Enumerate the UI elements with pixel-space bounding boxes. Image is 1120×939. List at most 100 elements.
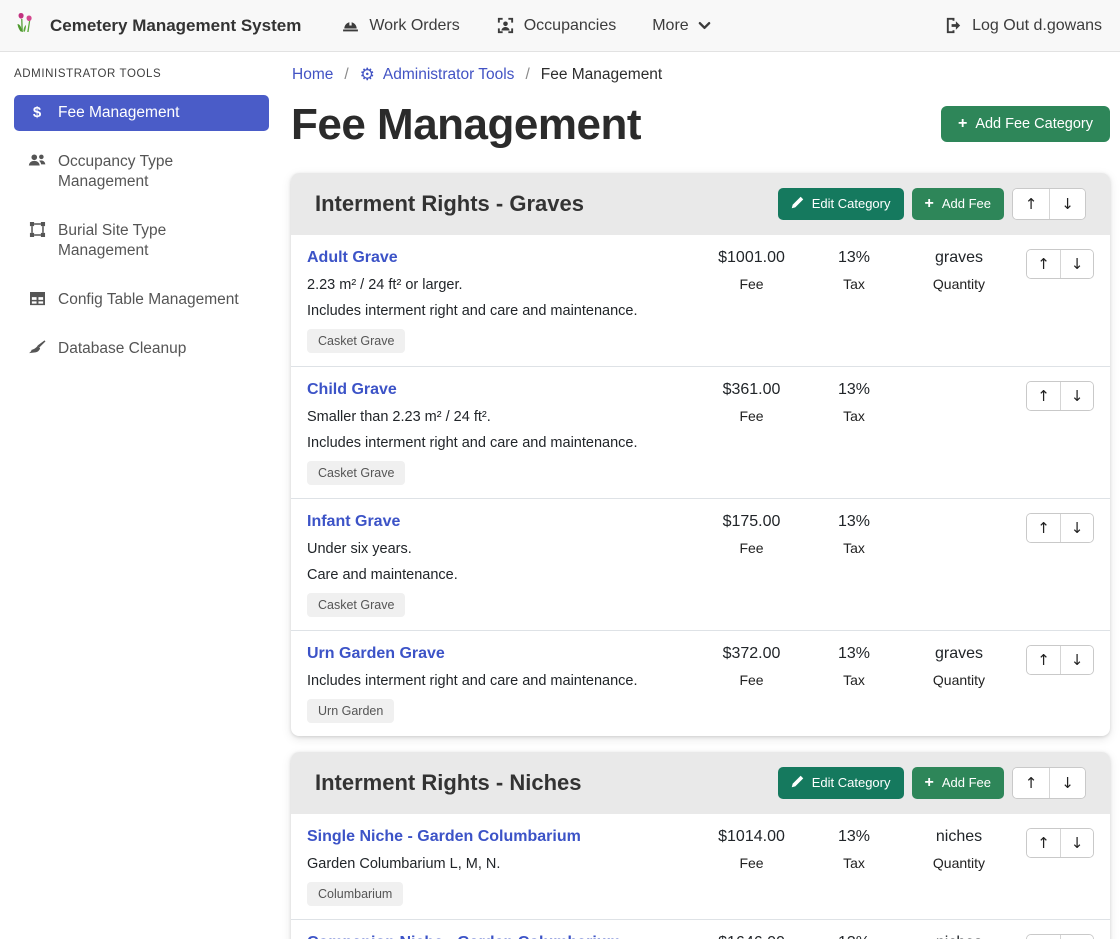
fee-amount-label: Fee [699, 540, 804, 556]
fee-type-badge: Urn Garden [307, 699, 394, 723]
category-reorder-group: ↑ ↓ [1012, 767, 1086, 799]
page-title: Fee Management [291, 100, 641, 151]
move-fee-down-button[interactable]: ↓ [1060, 514, 1093, 542]
fee-amount-col: $372.00 Fee [699, 645, 804, 688]
fee-quantity-label: Quantity [904, 672, 1014, 688]
add-fee-button[interactable]: + Add Fee [912, 188, 1005, 220]
breadcrumb-admin-tools-link[interactable]: ⚙ Administrator Tools [360, 66, 515, 84]
gear-icon: ⚙ [360, 67, 375, 84]
move-fee-down-button[interactable]: ↓ [1060, 382, 1093, 410]
category-card-niches: Interment Rights - Niches Edit Category … [291, 752, 1110, 939]
fee-amount: $1014.00 [699, 828, 804, 846]
fee-quantity-col: graves Quantity [904, 645, 1014, 688]
move-fee-down-button[interactable]: ↓ [1060, 250, 1093, 278]
edit-category-label: Edit Category [812, 196, 891, 211]
move-fee-down-button[interactable]: ↓ [1060, 829, 1093, 857]
fee-quantity-label: Quantity [904, 276, 1014, 292]
fee-row-urn-garden-grave: Urn Garden Grave Includes interment righ… [291, 631, 1110, 736]
fee-amount-col: $361.00 Fee [699, 381, 804, 424]
fee-name-link[interactable]: Companion Niche - Garden Columbarium [307, 934, 621, 939]
breadcrumb-separator: / [525, 66, 529, 84]
move-fee-down-button[interactable]: ↓ [1060, 646, 1093, 674]
logout-label: Log Out d.gowans [972, 17, 1102, 35]
fee-name-link[interactable]: Single Niche - Garden Columbarium [307, 828, 581, 846]
move-category-up-button[interactable]: ↑ [1013, 768, 1049, 798]
nav-item-label: Work Orders [369, 17, 459, 35]
move-fee-up-button[interactable]: ↑ [1027, 382, 1060, 410]
users-icon [26, 152, 48, 172]
fee-amount: $361.00 [699, 381, 804, 399]
fee-reorder-group: ↑ ↓ [1026, 828, 1094, 858]
fee-description: Under six years. [307, 541, 693, 557]
sidebar-item-database-cleanup[interactable]: Database Cleanup [14, 331, 269, 367]
fee-quantity-label: Quantity [904, 855, 1014, 871]
fee-description: 2.23 m² / 24 ft² or larger. [307, 277, 693, 293]
plus-icon: + [958, 116, 967, 132]
fee-tax-label: Tax [804, 276, 904, 292]
nav-links: Work Orders Occupancies More [341, 16, 710, 35]
fee-quantity: graves [904, 645, 1014, 663]
fee-name-link[interactable]: Child Grave [307, 381, 397, 399]
broom-icon [26, 339, 48, 359]
move-category-down-button[interactable]: ↓ [1049, 189, 1085, 219]
arrow-down-icon: ↓ [1071, 255, 1084, 273]
add-fee-label: Add Fee [942, 775, 991, 790]
category-title: Interment Rights - Graves [315, 191, 770, 217]
fee-amount-col: $1646.00 Fee [699, 934, 804, 939]
fee-amount: $1646.00 [699, 934, 804, 939]
fee-type-badge: Casket Grave [307, 461, 405, 485]
move-fee-up-button[interactable]: ↑ [1027, 829, 1060, 857]
fee-name-link[interactable]: Infant Grave [307, 513, 400, 531]
category-header: Interment Rights - Niches Edit Category … [291, 752, 1110, 814]
pencil-icon [791, 775, 804, 791]
move-fee-up-button[interactable]: ↑ [1027, 514, 1060, 542]
move-fee-up-button[interactable]: ↑ [1027, 935, 1060, 939]
fee-tax: 13% [804, 934, 904, 939]
fee-tax-label: Tax [804, 408, 904, 424]
fee-name-link[interactable]: Urn Garden Grave [307, 645, 445, 663]
plus-icon: + [925, 775, 934, 791]
fee-tax: 13% [804, 645, 904, 663]
fee-quantity: graves [904, 249, 1014, 267]
sidebar-item-burial-site-type-management[interactable]: Burial Site Type Management [14, 213, 269, 269]
nav-item-more[interactable]: More [652, 17, 710, 35]
breadcrumb-home-link[interactable]: Home [292, 66, 333, 84]
edit-category-button[interactable]: Edit Category [778, 767, 904, 799]
fee-name-link[interactable]: Adult Grave [307, 249, 398, 267]
pencil-icon [791, 196, 804, 212]
sidebar-item-occupancy-type-management[interactable]: Occupancy Type Management [14, 144, 269, 200]
arrow-down-icon: ↓ [1071, 651, 1084, 669]
app-brand[interactable]: Cemetery Management System [14, 10, 301, 41]
fee-reorder-group: ↑ ↓ [1026, 645, 1094, 675]
nav-item-work-orders[interactable]: Work Orders [341, 16, 459, 35]
fee-type-badge: Casket Grave [307, 593, 405, 617]
move-category-down-button[interactable]: ↓ [1049, 768, 1085, 798]
fee-quantity: niches [904, 934, 1014, 939]
arrow-up-icon: ↑ [1037, 519, 1050, 537]
sidebar-item-fee-management[interactable]: $ Fee Management [14, 95, 269, 131]
logout-button[interactable]: Log Out d.gowans [944, 16, 1102, 35]
sidebar-item-label: Fee Management [58, 103, 180, 123]
fee-tax-label: Tax [804, 672, 904, 688]
table-icon [26, 290, 48, 310]
add-fee-button[interactable]: + Add Fee [912, 767, 1005, 799]
arrow-down-icon: ↓ [1071, 519, 1084, 537]
nav-item-occupancies[interactable]: Occupancies [496, 16, 617, 35]
arrow-down-icon: ↓ [1061, 195, 1074, 213]
fee-amount-label: Fee [699, 672, 804, 688]
vector-square-icon [26, 221, 48, 242]
fee-quantity-col: graves Quantity [904, 249, 1014, 292]
fee-tax: 13% [804, 381, 904, 399]
fee-tax-col: 13% Tax [804, 934, 904, 939]
edit-category-button[interactable]: Edit Category [778, 188, 904, 220]
add-fee-category-button[interactable]: + Add Fee Category [941, 106, 1110, 142]
sidebar-item-label: Database Cleanup [58, 339, 186, 359]
fee-reorder-group: ↑ ↓ [1026, 249, 1094, 279]
move-fee-up-button[interactable]: ↑ [1027, 646, 1060, 674]
move-category-up-button[interactable]: ↑ [1013, 189, 1049, 219]
category-title: Interment Rights - Niches [315, 770, 770, 796]
breadcrumb: Home / ⚙ Administrator Tools / Fee Manag… [292, 66, 1110, 84]
move-fee-down-button[interactable]: ↓ [1060, 935, 1093, 939]
move-fee-up-button[interactable]: ↑ [1027, 250, 1060, 278]
sidebar-item-config-table-management[interactable]: Config Table Management [14, 282, 269, 318]
